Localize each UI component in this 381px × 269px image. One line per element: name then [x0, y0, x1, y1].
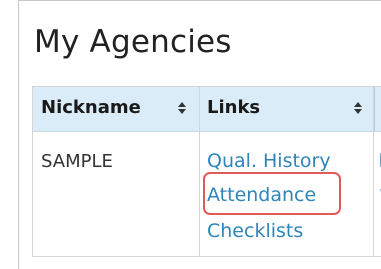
page-title: My Agencies — [34, 24, 232, 60]
cell-nickname: SAMPLE — [41, 151, 113, 172]
sort-arrows-icon[interactable] — [353, 87, 363, 147]
sort-arrows-icon[interactable] — [177, 87, 187, 147]
column-header-partial[interactable] — [374, 87, 381, 131]
link-qual-history[interactable]: Qual. History — [207, 150, 331, 172]
column-header-nickname[interactable]: Nickname — [41, 87, 196, 131]
attendance-highlight — [203, 172, 341, 215]
column-header-label: Links — [207, 97, 261, 118]
column-header-label: Nickname — [41, 97, 141, 118]
link-checklists[interactable]: Checklists — [207, 220, 303, 242]
column-header-links[interactable]: Links — [207, 87, 369, 131]
table-header: Nickname Links — [33, 87, 381, 132]
column-divider — [373, 87, 374, 256]
column-divider — [199, 87, 200, 256]
